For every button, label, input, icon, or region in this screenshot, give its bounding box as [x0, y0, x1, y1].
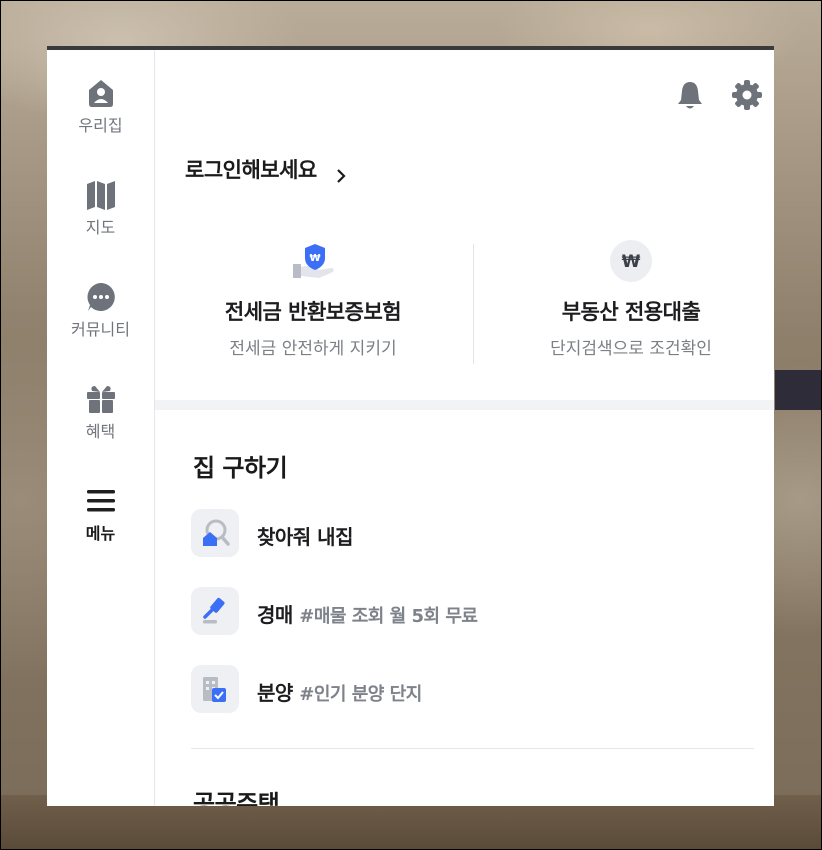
gavel-icon: [191, 587, 239, 635]
sidebar: 우리집 지도 커뮤니티 혜택 메뉴: [47, 50, 155, 806]
menu-panel: 우리집 지도 커뮤니티 혜택 메뉴 로그인해보세요 ₩ 전세금 반환보증보험 전…: [47, 46, 774, 806]
login-link[interactable]: 로그인해보세요: [185, 154, 348, 184]
map-icon: [84, 178, 118, 212]
section-title-find-home: 집 구하기: [193, 454, 288, 482]
sidebar-item-label: 메뉴: [85, 524, 116, 543]
login-label: 로그인해보세요: [185, 158, 317, 182]
gift-icon: [84, 382, 118, 416]
chat-bubble-icon: [84, 280, 118, 314]
house-icon: [84, 76, 118, 110]
promo-deposit-insurance[interactable]: ₩ 전세금 반환보증보험 전세금 안전하게 지키기: [163, 240, 463, 359]
promo-divider: [473, 244, 474, 364]
gear-icon[interactable]: [730, 78, 764, 112]
sidebar-item-label: 우리집: [78, 116, 123, 135]
list-item-tag: #매물 조회 월 5회 무료: [299, 606, 478, 627]
won-coin-icon: ₩: [481, 240, 774, 282]
background-dark-patch: [775, 370, 822, 410]
promo-title: 전세금 반환보증보험: [224, 300, 402, 324]
sidebar-item-label: 지도: [85, 218, 116, 237]
section-title-public-housing: 공공주택: [193, 790, 280, 806]
chevron-right-icon: [334, 164, 348, 183]
list-item-label: 분양: [257, 681, 293, 705]
list-item-auction[interactable]: 경매 #매물 조회 월 5회 무료: [191, 587, 591, 637]
sidebar-item-label: 커뮤니티: [71, 320, 130, 339]
promo-title: 부동산 전용대출: [561, 300, 701, 324]
bell-icon[interactable]: [673, 78, 707, 112]
sidebar-item-menu[interactable]: 메뉴: [47, 484, 154, 544]
hamburger-menu-icon: [84, 484, 118, 518]
promo-real-estate-loan[interactable]: ₩ 부동산 전용대출 단지검색으로 조건확인: [481, 240, 774, 359]
building-check-icon: [191, 665, 239, 713]
sidebar-item-home[interactable]: 우리집: [47, 76, 154, 136]
svg-text:₩: ₩: [309, 253, 320, 264]
shield-won-hand-icon: ₩: [163, 240, 463, 282]
sidebar-item-map[interactable]: 지도: [47, 178, 154, 238]
sidebar-item-benefits[interactable]: 혜택: [47, 382, 154, 442]
list-item-tag: #인기 분양 단지: [299, 684, 422, 705]
svg-text:₩: ₩: [622, 252, 641, 272]
header-icons: [655, 78, 764, 116]
sidebar-item-label: 혜택: [85, 422, 116, 441]
list-item-label: 경매: [257, 603, 293, 627]
list-item-find-my-home[interactable]: 찾아줘 내집: [191, 509, 591, 559]
main-content: 로그인해보세요 ₩ 전세금 반환보증보험 전세금 안전하게 지키기 ₩ 부동산 …: [155, 50, 774, 806]
section-separator: [155, 400, 774, 410]
house-search-icon: [191, 509, 239, 557]
list-item-presale[interactable]: 분양 #인기 분양 단지: [191, 665, 591, 715]
promo-subtitle: 전세금 안전하게 지키기: [229, 339, 397, 359]
promo-subtitle: 단지검색으로 조건확인: [550, 339, 712, 359]
sidebar-item-community[interactable]: 커뮤니티: [47, 280, 154, 340]
list-item-label: 찾아줘 내집: [257, 525, 353, 549]
section-divider: [191, 748, 754, 749]
